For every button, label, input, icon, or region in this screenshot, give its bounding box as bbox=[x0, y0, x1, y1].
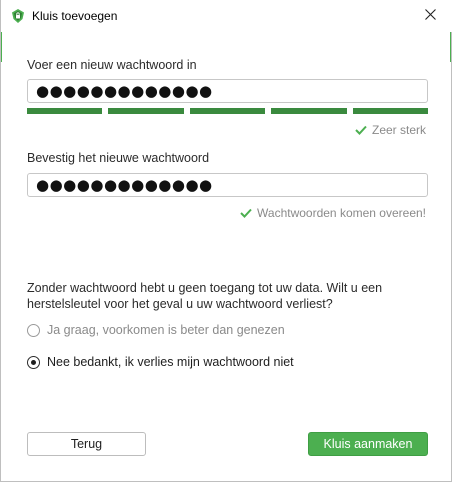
add-vault-dialog: Kluis toevoegen Voer een nieuw wachtwoor… bbox=[0, 0, 452, 482]
confirm-password-field[interactable]: ●●●●●●●●●●●●● bbox=[27, 173, 428, 197]
cryptomator-icon bbox=[10, 8, 26, 24]
new-password-label: Voer een nieuw wachtwoord in bbox=[27, 58, 197, 72]
match-status: Wachtwoorden komen overeen! bbox=[240, 206, 426, 220]
radio-no[interactable] bbox=[27, 355, 40, 369]
close-icon bbox=[424, 7, 436, 25]
window-accent-right bbox=[450, 32, 451, 62]
strength-text: Zeer sterk bbox=[371, 123, 426, 137]
new-password-field[interactable]: ●●●●●●●●●●●●● bbox=[27, 79, 428, 103]
window-accent-left bbox=[1, 32, 2, 62]
strength-segment bbox=[189, 108, 266, 114]
recovery-key-info: Zonder wachtwoord hebt u geen toegang to… bbox=[27, 281, 383, 311]
new-password-value: ●●●●●●●●●●●●● bbox=[36, 82, 213, 100]
radio-yes[interactable] bbox=[27, 323, 40, 337]
match-text: Wachtwoorden komen overeen! bbox=[257, 206, 426, 220]
window-title: Kluis toevoegen bbox=[32, 9, 118, 23]
radio-option-yes[interactable]: Ja graag, voorkomen is beter dan genezen bbox=[27, 323, 285, 337]
close-button[interactable] bbox=[407, 0, 452, 31]
check-icon bbox=[240, 208, 252, 218]
strength-segment bbox=[108, 108, 184, 114]
confirm-password-value: ●●●●●●●●●●●●● bbox=[36, 176, 213, 194]
radio-no-label: Nee bedankt, ik verlies mijn wachtwoord … bbox=[47, 355, 294, 369]
check-icon bbox=[355, 125, 367, 135]
strength-segment bbox=[271, 108, 347, 114]
radio-option-no[interactable]: Nee bedankt, ik verlies mijn wachtwoord … bbox=[27, 355, 294, 369]
radio-yes-label: Ja graag, voorkomen is beter dan genezen bbox=[47, 323, 285, 337]
strength-status: Zeer sterk bbox=[355, 123, 426, 137]
back-button[interactable]: Terug bbox=[27, 432, 146, 456]
strength-segment bbox=[352, 108, 429, 114]
strength-segment bbox=[27, 108, 103, 114]
title-bar: Kluis toevoegen bbox=[1, 0, 452, 32]
confirm-password-label: Bevestig het nieuwe wachtwoord bbox=[27, 151, 210, 165]
password-strength-meter bbox=[27, 108, 429, 114]
create-vault-button[interactable]: Kluis aanmaken bbox=[308, 432, 428, 456]
